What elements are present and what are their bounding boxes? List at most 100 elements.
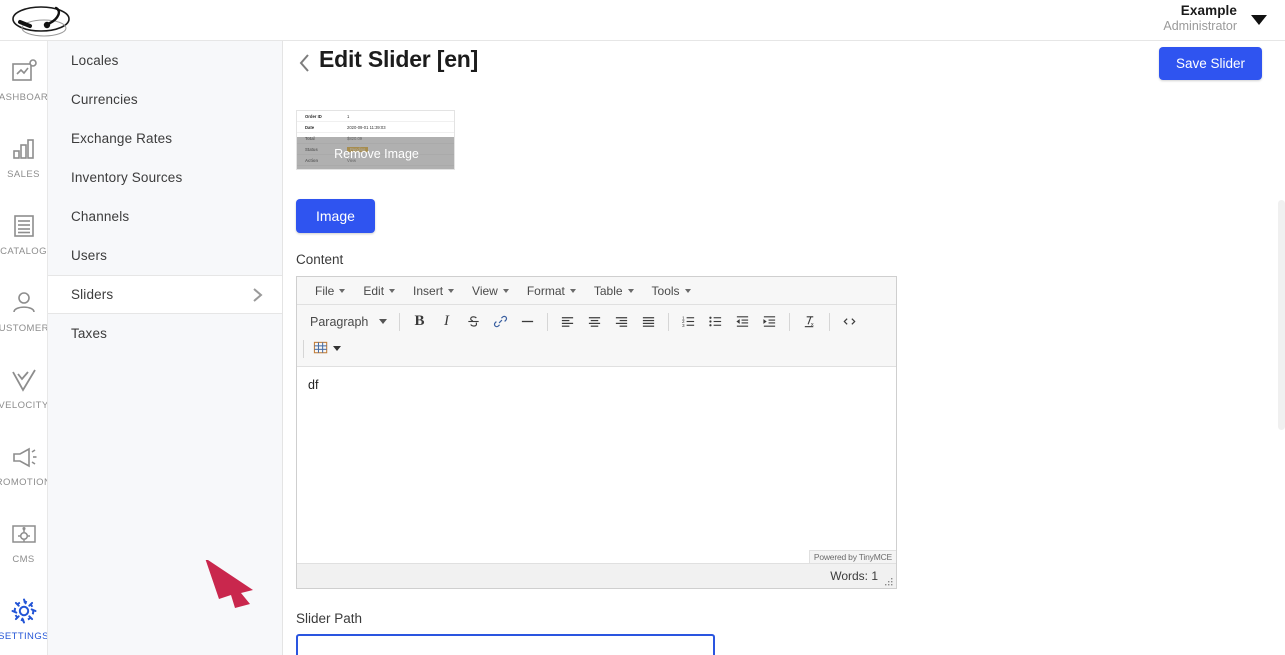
user-name: Example — [1180, 3, 1237, 18]
align-left-icon[interactable] — [554, 310, 581, 333]
format-block-select[interactable]: Paragraph — [303, 310, 393, 333]
align-center-icon[interactable] — [581, 310, 608, 333]
caret-down-icon[interactable] — [1251, 14, 1267, 25]
page-scrollbar-thumb[interactable] — [1278, 200, 1285, 430]
editor-paragraph: df — [308, 378, 319, 392]
menu-insert[interactable]: Insert — [405, 281, 462, 301]
submenu-item-taxes[interactable]: Taxes — [48, 314, 282, 353]
double-check-icon — [11, 369, 36, 392]
menu-edit[interactable]: Edit — [355, 281, 403, 301]
toolbar-separator — [829, 312, 830, 331]
align-justify-icon[interactable] — [635, 310, 662, 333]
chevron-down-icon — [502, 288, 509, 293]
rail-label: DASHBOARD — [0, 91, 48, 103]
settings-submenu: Locales Currencies Exchange Rates Invent… — [48, 41, 283, 655]
rail-item-catalog[interactable]: CATALOG — [0, 195, 47, 272]
slider-path-label: Slider Path — [296, 611, 363, 626]
menu-label: Table — [593, 283, 623, 298]
remove-image-overlay[interactable]: Remove Image — [297, 137, 454, 169]
chevron-down-icon — [389, 288, 396, 293]
submenu-item-label: Taxes — [71, 326, 108, 341]
megaphone-icon — [12, 447, 36, 467]
outdent-glyph — [736, 316, 749, 327]
menu-label: Format — [526, 283, 565, 298]
chevron-down-icon — [569, 288, 576, 293]
menu-format[interactable]: Format — [519, 281, 584, 301]
rail-label: CATALOG — [0, 245, 47, 257]
submenu-item-locales[interactable]: Locales — [48, 41, 282, 80]
word-count: Words: 1 — [830, 569, 878, 583]
rail-item-sales[interactable]: SALES — [0, 118, 47, 195]
submenu-item-inventory-sources[interactable]: Inventory Sources — [48, 158, 282, 197]
page-title: Edit Slider [en] — [319, 46, 479, 72]
submenu-item-exchange-rates[interactable]: Exchange Rates — [48, 119, 282, 158]
submenu-item-label: Locales — [71, 53, 119, 68]
submenu-item-label: Exchange Rates — [71, 131, 173, 146]
numbered-list-icon[interactable]: 1 2 3 — [675, 310, 702, 333]
table-icon[interactable] — [310, 337, 344, 360]
rail-item-customers[interactable]: CUSTOMERS — [0, 272, 47, 349]
rail-label: SALES — [7, 168, 40, 180]
clear-format-glyph: x — [804, 316, 814, 328]
top-header-bar: Example Administrator — [0, 0, 1285, 41]
submenu-item-label: Inventory Sources — [71, 170, 183, 185]
gear-icon — [11, 598, 36, 623]
menu-table[interactable]: Table — [586, 281, 642, 301]
align-center-glyph — [588, 317, 601, 327]
submenu-item-currencies[interactable]: Currencies — [48, 80, 282, 119]
rail-label: SETTINGS — [0, 630, 48, 642]
italic-icon[interactable]: I — [433, 310, 460, 333]
thumbnail-row: Order ID 1 — [297, 111, 454, 122]
content-label: Content — [296, 252, 344, 267]
chevron-down-icon — [379, 319, 387, 324]
submenu-item-label: Channels — [71, 209, 130, 224]
chevron-left-icon[interactable] — [297, 52, 313, 74]
horizontal-rule-icon[interactable] — [514, 310, 541, 333]
menu-label: Tools — [651, 283, 680, 298]
submenu-item-users[interactable]: Users — [48, 236, 282, 275]
strikethrough-icon[interactable] — [460, 310, 487, 333]
clear-formatting-icon[interactable]: x — [796, 310, 823, 333]
menu-file[interactable]: File — [307, 281, 353, 301]
dashboard-icon — [11, 58, 37, 81]
rail-item-dashboard[interactable]: DASHBOARD — [0, 41, 47, 118]
slider-path-input[interactable] — [296, 634, 715, 655]
page-header: Edit Slider [en] Save Slider — [284, 41, 1285, 89]
image-upload-button[interactable]: Image — [296, 199, 375, 233]
menu-label: File — [315, 283, 335, 298]
rail-item-settings[interactable]: SETTINGS — [0, 580, 47, 655]
outdent-icon[interactable] — [729, 310, 756, 333]
align-justify-glyph — [642, 317, 655, 327]
menu-label: View — [472, 283, 498, 298]
bold-icon[interactable]: B — [406, 310, 433, 333]
rail-label: CMS — [12, 553, 35, 565]
source-code-icon[interactable] — [836, 310, 863, 333]
rail-item-promotions[interactable]: PROMOTIONS — [0, 426, 47, 503]
submenu-item-sliders[interactable]: Sliders — [48, 275, 282, 314]
primary-nav-rail: DASHBOARD SALES CATALOG CUSTOMERS — [0, 41, 48, 655]
bar-chart-icon — [12, 138, 34, 159]
resize-grip-icon[interactable] — [884, 577, 894, 587]
menu-view[interactable]: View — [464, 281, 517, 301]
rail-label: VELOCITY — [0, 399, 48, 411]
rail-item-cms[interactable]: CMS — [0, 503, 47, 580]
bulleted-list-icon[interactable] — [702, 310, 729, 333]
user-menu[interactable]: Example Administrator — [1163, 3, 1267, 33]
link-glyph — [493, 315, 508, 328]
align-right-icon[interactable] — [608, 310, 635, 333]
editor-body[interactable]: df Powered by TinyMCE — [297, 367, 896, 563]
align-left-glyph — [561, 317, 574, 327]
store-logo[interactable] — [8, 2, 88, 38]
chevron-down-icon — [333, 346, 341, 351]
rail-item-velocity[interactable]: VELOCITY — [0, 349, 47, 426]
chevron-right-icon — [253, 287, 263, 302]
submenu-item-channels[interactable]: Channels — [48, 197, 282, 236]
save-slider-button[interactable]: Save Slider — [1158, 47, 1262, 80]
link-icon[interactable] — [487, 310, 514, 333]
source-code-glyph — [843, 318, 856, 325]
slider-image-thumbnail[interactable]: Order ID 1 Date 2020-09-01 11:39:03 Tota… — [296, 110, 455, 170]
user-role: Administrator — [1163, 18, 1237, 33]
menu-tools[interactable]: Tools — [644, 281, 699, 301]
indent-icon[interactable] — [756, 310, 783, 333]
editor-menubar: File Edit Insert View Format Table Tools — [297, 277, 896, 305]
